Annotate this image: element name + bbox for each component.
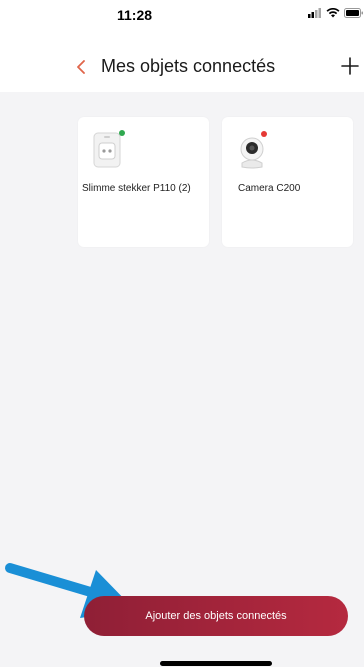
status-icons [308,8,364,18]
home-indicator [160,661,272,666]
add-button[interactable] [338,54,362,78]
add-devices-button[interactable]: Ajouter des objets connectés [84,596,348,636]
back-button[interactable] [70,54,92,80]
signal-icon [308,8,321,18]
battery-icon [344,8,363,18]
status-dot-online [119,130,125,136]
smart-plug-icon [93,130,125,168]
device-card-camera[interactable]: Camera C200 [222,117,353,247]
plus-icon [341,57,359,75]
camera-icon [240,131,267,169]
status-bar: 11:28 [0,0,364,40]
status-time: 11:28 [117,7,153,23]
device-name: Camera C200 [238,183,301,194]
chevron-left-icon [77,60,85,74]
wifi-icon [326,8,340,18]
device-name: Slimme stekker P110 (2) [82,183,191,194]
page-title: Mes objets connectés [101,56,276,76]
header: Mes objets connectés [0,40,364,92]
status-dot-offline [261,131,267,137]
device-card-smart-plug[interactable]: Slimme stekker P110 (2) [78,117,209,247]
